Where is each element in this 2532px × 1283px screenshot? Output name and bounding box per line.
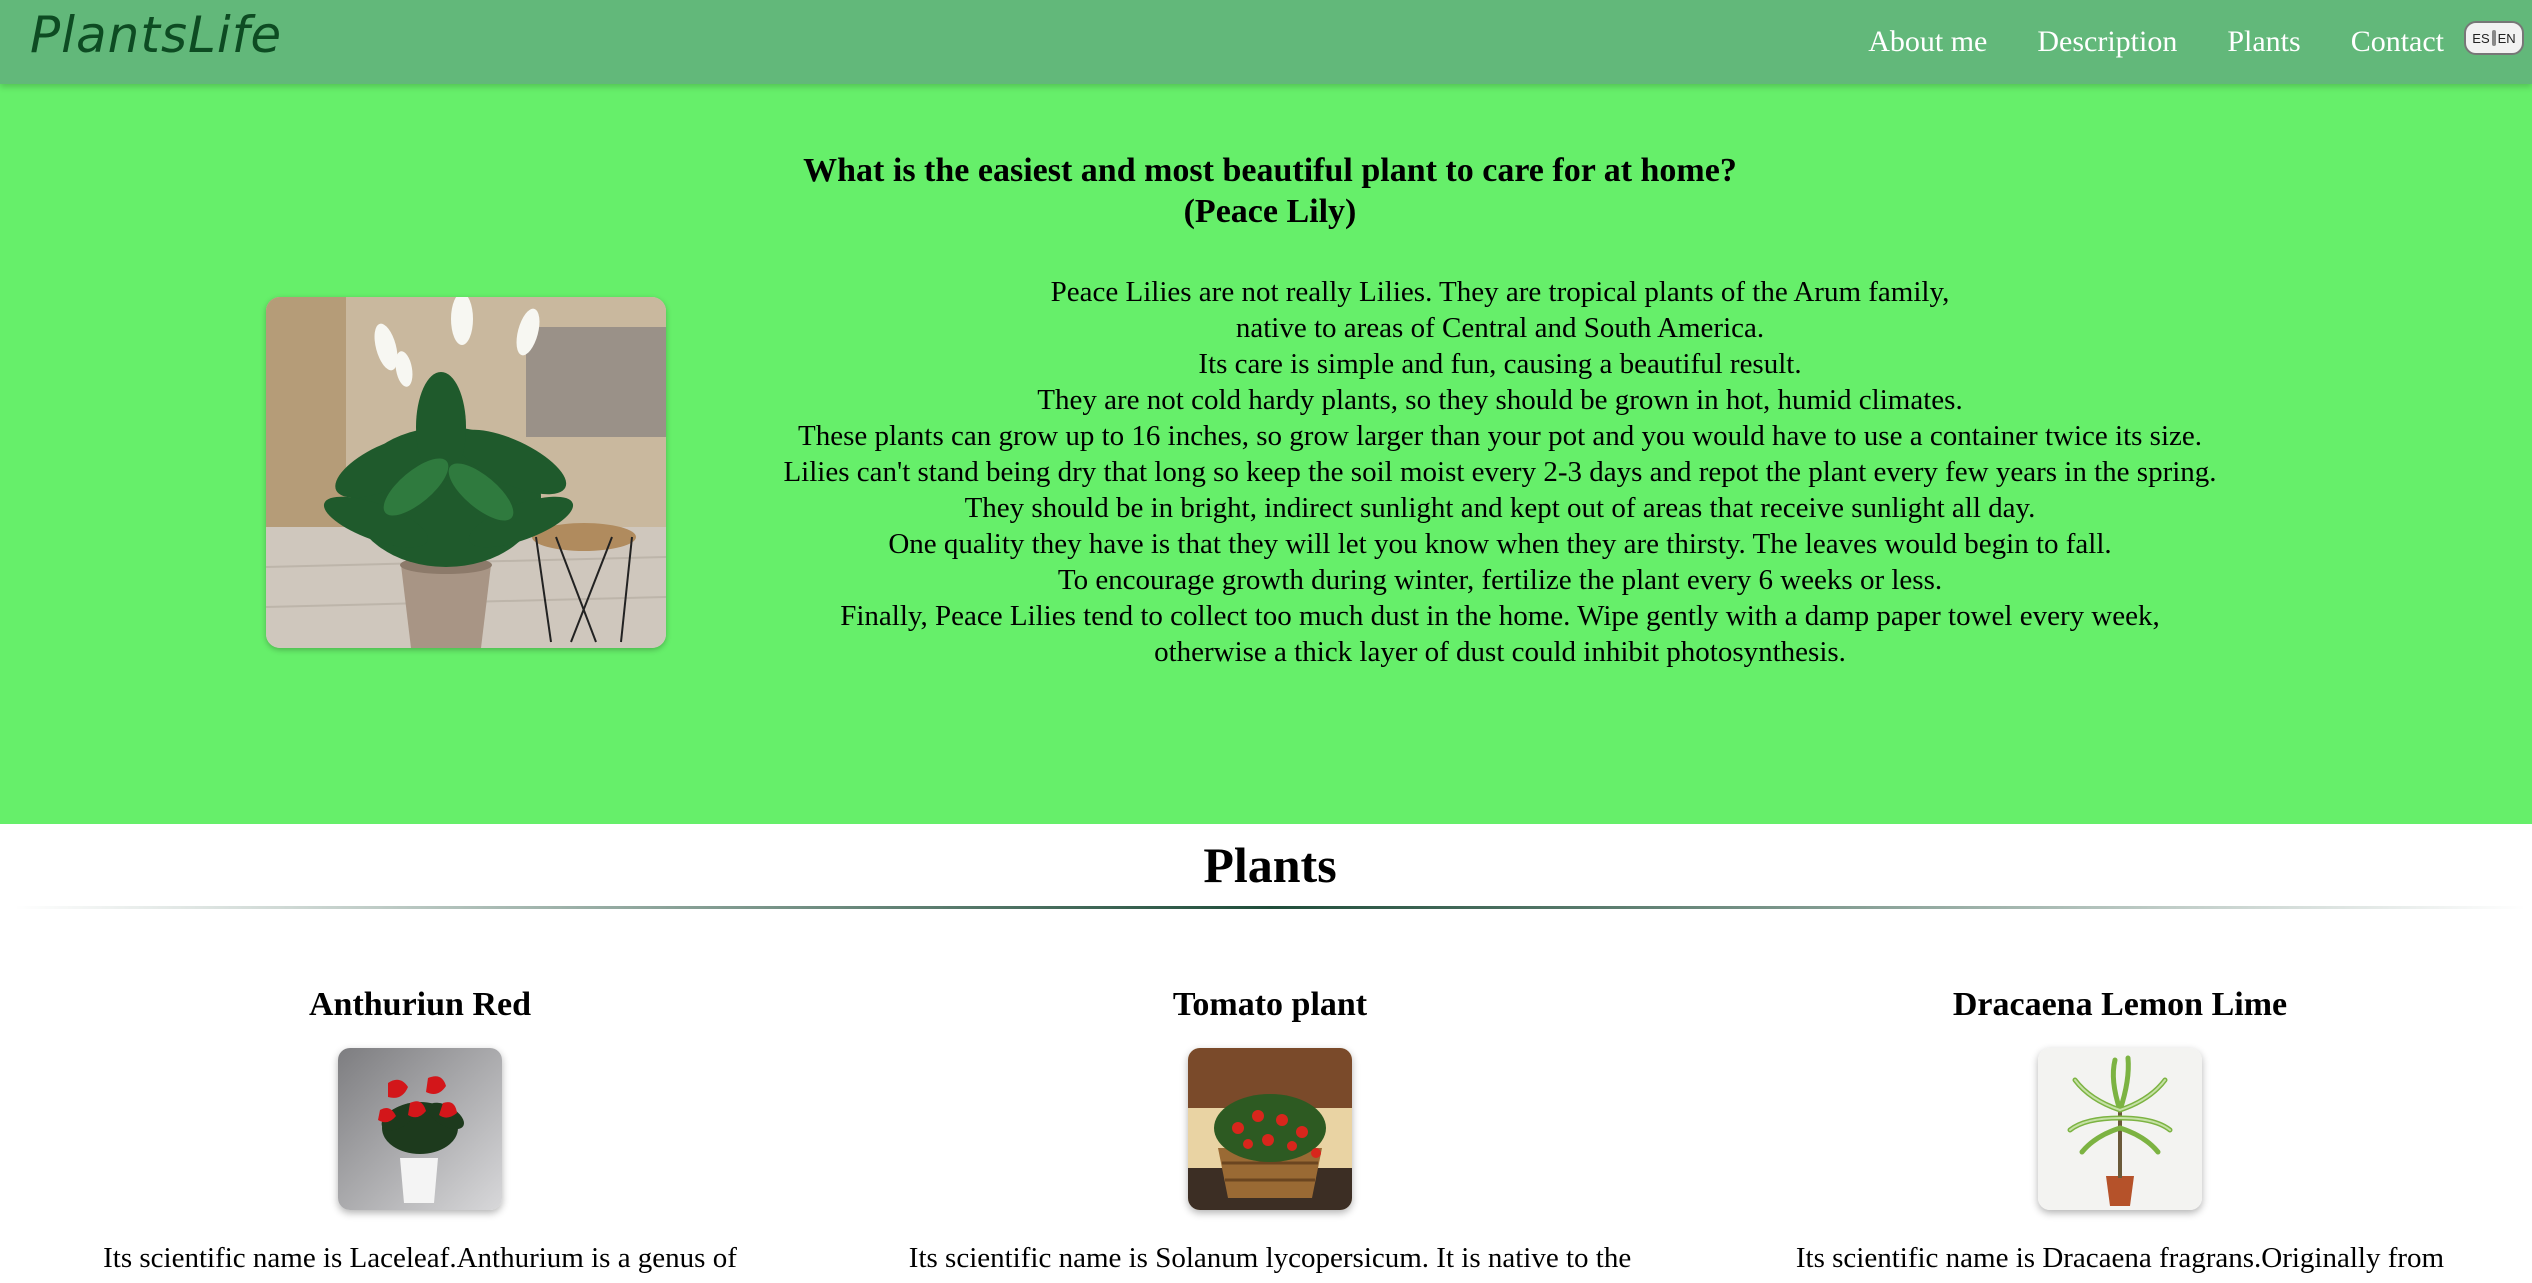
hero-title: What is the easiest and most beautiful p… [0, 150, 2532, 232]
anthurium-image[interactable] [338, 1048, 502, 1210]
nav-link-plants[interactable]: Plants [2227, 25, 2300, 59]
plant-card-description: Its scientific name is Solanum lycopersi… [908, 1242, 1632, 1274]
hero-text-line: otherwise a thick layer of dust could in… [1154, 636, 1846, 668]
navbar: PlantsLife About me Description Plants C… [0, 0, 2532, 84]
hero-title-question: What is the easiest and most beautiful p… [803, 152, 1737, 189]
hero-text-line: These plants can grow up to 16 inches, s… [798, 420, 2202, 452]
nav-link-contact[interactable]: Contact [2351, 25, 2444, 59]
plant-card-dracaena: Dracaena Lemon Lime Its scientific name … [1700, 984, 2532, 1275]
hero-text-line: They should be in bright, indirect sunli… [964, 492, 2036, 524]
hero-text-line: They are not cold hardy plants, so they … [1037, 384, 1963, 416]
plant-card-anthurium: Anthuriun Red Its scientific name is Lac… [0, 984, 840, 1275]
nav-link-about-me[interactable]: About me [1868, 25, 1987, 59]
language-en-label: EN [2497, 30, 2516, 46]
hero-section: What is the easiest and most beautiful p… [0, 84, 2532, 824]
plant-card-title: Dracaena Lemon Lime [1952, 986, 2288, 1023]
nav-link-description[interactable]: Description [2037, 25, 2177, 59]
peace-lily-image [266, 297, 666, 648]
tomato-plant-image[interactable] [1188, 1048, 1352, 1210]
plants-heading: Plants [1203, 837, 1337, 893]
toggle-knob [2491, 30, 2496, 46]
hero-text-line: One quality they have is that they will … [888, 528, 2112, 560]
plant-card-description: Its scientific name is Dracaena fragrans… [1795, 1242, 2445, 1274]
hero-text-line: native to areas of Central and South Ame… [1235, 312, 1765, 344]
hero-text-line: Its care is simple and fun, causing a be… [1198, 348, 1802, 380]
nav-links: About me Description Plants Contact [1818, 0, 2444, 84]
hero-text-line: Lilies can't stand being dry that long s… [783, 456, 2217, 488]
plants-section: Plants Anthuriun Red Its scientific name… [0, 824, 2532, 1283]
plant-card-description: Its scientific name is Laceleaf.Anthuriu… [103, 1242, 737, 1274]
hero-title-plant-name: (Peace Lily) [1183, 193, 1357, 230]
hero-description: Peace Lilies are not really Lilies. They… [700, 274, 2300, 670]
hero-text-line: Finally, Peace Lilies tend to collect to… [840, 600, 2160, 632]
dracaena-image[interactable] [2038, 1048, 2202, 1210]
section-divider [14, 906, 2526, 909]
plant-card-title: Tomato plant [1172, 986, 1368, 1023]
language-toggle[interactable]: ES EN [2464, 21, 2524, 55]
site-logo[interactable]: PlantsLife [30, 6, 282, 64]
plant-card-title: Anthuriun Red [308, 986, 531, 1023]
hero-text-line: To encourage growth during winter, ferti… [1057, 564, 1943, 596]
language-es-label: ES [2472, 30, 2490, 46]
hero-text-line: Peace Lilies are not really Lilies. They… [1050, 276, 1950, 308]
plant-card-tomato: Tomato plant Its scientific name is Sola… [850, 984, 1690, 1275]
